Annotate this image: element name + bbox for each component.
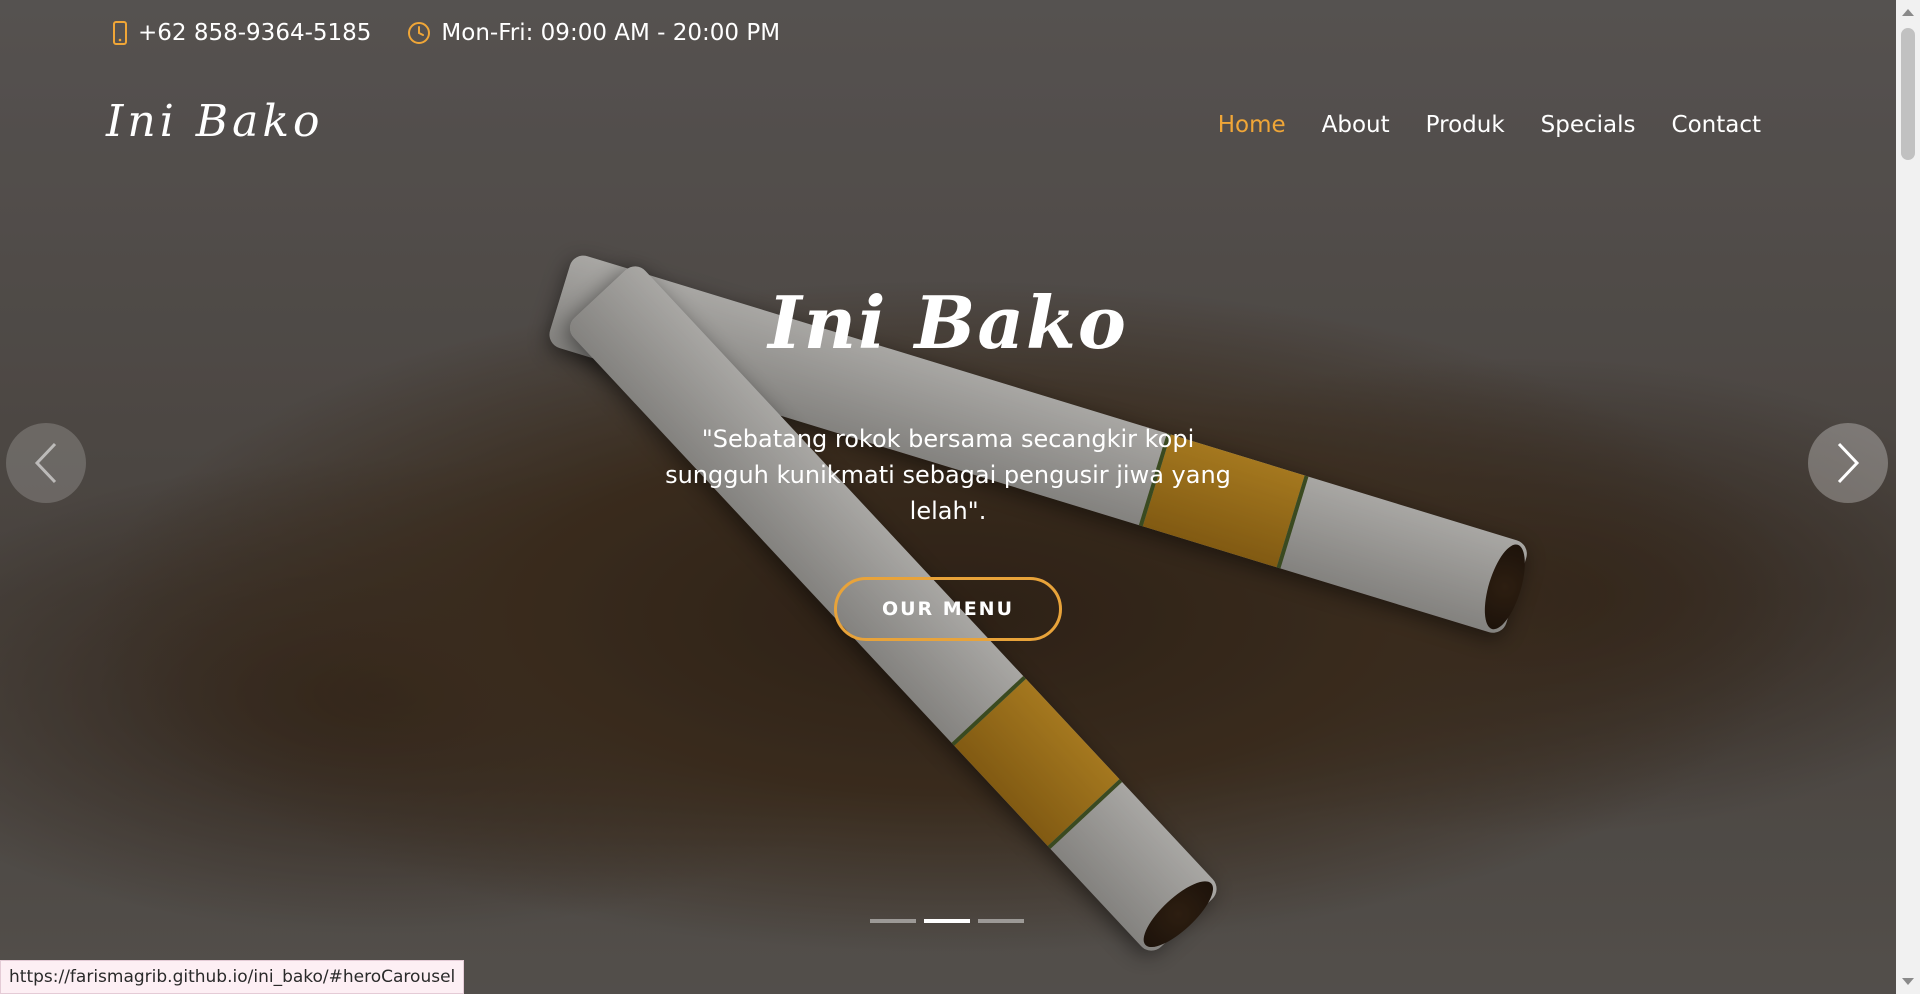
hours-info: Mon-Fri: 09:00 AM - 20:00 PM xyxy=(407,20,780,46)
nav-produk[interactable]: Produk xyxy=(1426,112,1505,138)
carousel-indicator-2[interactable] xyxy=(924,919,970,923)
hero-quote: "Sebatang rokok bersama secangkir kopi s… xyxy=(665,425,1231,525)
nav-specials[interactable]: Specials xyxy=(1541,112,1636,138)
scroll-down-arrow-icon[interactable] xyxy=(1902,978,1914,985)
our-menu-button[interactable]: OUR MENU xyxy=(833,577,1063,641)
scrollbar-thumb[interactable] xyxy=(1901,28,1915,160)
carousel-prev-button[interactable] xyxy=(6,423,86,503)
nav-about[interactable]: About xyxy=(1322,112,1390,138)
clock-icon xyxy=(408,22,431,44)
phone-info: +62 858-9364-5185 xyxy=(112,20,371,46)
opening-hours: Mon-Fri: 09:00 AM - 20:00 PM xyxy=(441,20,781,46)
main-nav: Home About Produk Specials Contact xyxy=(1182,112,1761,138)
carousel-indicators xyxy=(870,919,1032,923)
nav-home[interactable]: Home xyxy=(1218,112,1286,138)
hero-caption: Ini Bako "Sebatang rokok bersama secangk… xyxy=(0,280,1896,641)
carousel-indicator-1[interactable] xyxy=(870,919,916,923)
top-info-bar: +62 858-9364-5185 Mon-Fri: 09:00 AM - 20… xyxy=(112,20,816,46)
scroll-up-arrow-icon[interactable] xyxy=(1902,9,1914,16)
chevron-left-icon xyxy=(34,442,57,484)
carousel-indicator-3[interactable] xyxy=(978,919,1024,923)
mobile-phone-icon xyxy=(113,21,127,45)
site-logo[interactable]: Ini Bako xyxy=(106,96,324,147)
phone-number: +62 858-9364-5185 xyxy=(138,20,372,46)
nav-contact[interactable]: Contact xyxy=(1672,112,1761,138)
hero-carousel: +62 858-9364-5185 Mon-Fri: 09:00 AM - 20… xyxy=(0,0,1896,994)
hero-title: Ini Bako xyxy=(768,280,1128,365)
chevron-right-icon xyxy=(1837,442,1860,484)
status-bar-url: https://farismagrib.github.io/ini_bako/#… xyxy=(0,960,465,994)
carousel-next-button[interactable] xyxy=(1808,423,1888,503)
page-scrollbar[interactable] xyxy=(1896,0,1920,994)
